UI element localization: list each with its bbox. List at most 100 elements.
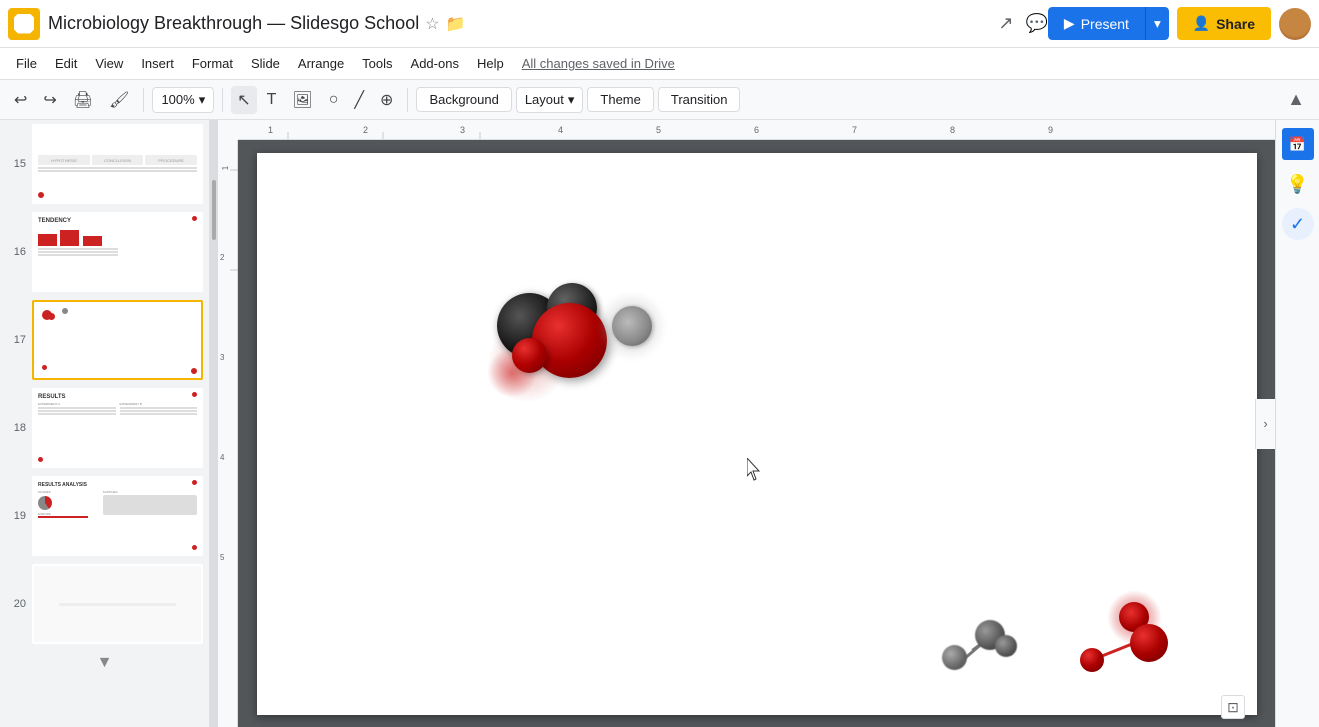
slide-item-15[interactable]: 15 HYPOTHESIS CONCLUSION PROCEDURE [0, 120, 209, 208]
share-label: Share [1216, 16, 1255, 32]
menu-help[interactable]: Help [469, 52, 512, 75]
svg-text:3: 3 [220, 353, 225, 362]
mouse-cursor [747, 458, 763, 485]
svg-text:1: 1 [268, 125, 273, 135]
slide-canvas[interactable] [257, 153, 1257, 715]
check-circle-icon[interactable]: ✓ [1282, 208, 1314, 240]
svg-text:5: 5 [220, 553, 225, 562]
vertical-ruler: 1 2 3 4 5 [218, 140, 238, 727]
horizontal-ruler: 1 2 3 4 5 6 7 8 9 [238, 120, 1275, 140]
slide-num-18: 18 [6, 422, 26, 434]
slide-canvas-wrapper[interactable]: ⊡ [238, 140, 1275, 727]
canvas-area: 1 2 3 4 5 6 7 8 9 1 [218, 120, 1275, 727]
image-tool-button[interactable]: 🖼 [286, 86, 318, 114]
menu-edit[interactable]: Edit [47, 52, 85, 75]
menu-tools[interactable]: Tools [354, 52, 400, 75]
right-sidebar: 📅 💡 ✓ [1275, 120, 1319, 727]
slide-item-19[interactable]: 19 RESULTS ANALYSIS SCORES EUROPE SUP [0, 472, 209, 560]
toolbar-collapse-button[interactable]: ▲ [1281, 85, 1311, 114]
menu-addons[interactable]: Add-ons [403, 52, 467, 75]
print-button[interactable]: 🖨 [67, 86, 99, 114]
doc-title-area: Microbiology Breakthrough — Slidesgo Sch… [48, 13, 998, 34]
share-button[interactable]: 👤 Share [1177, 7, 1271, 40]
zoom-label: 100% [161, 92, 194, 107]
slide-panel-scroll-down[interactable]: ▼ [97, 654, 113, 672]
top-bar: Microbiology Breakthrough — Slidesgo Sch… [0, 0, 1319, 48]
menu-file[interactable]: File [8, 52, 45, 75]
slide-num-16: 16 [6, 246, 26, 258]
menu-arrange[interactable]: Arrange [290, 52, 352, 75]
textbox-tool-button[interactable]: T [261, 87, 283, 113]
slide-num-17: 17 [6, 334, 26, 346]
red-molecule-stick [1077, 620, 1177, 680]
svg-text:2: 2 [363, 125, 368, 135]
slide-thumb-19[interactable]: RESULTS ANALYSIS SCORES EUROPE SUPPLIES [32, 476, 203, 556]
trend-icon[interactable]: ↗ [998, 13, 1013, 34]
slide-num-15: 15 [6, 158, 26, 170]
svg-text:9: 9 [1048, 125, 1053, 135]
svg-text:4: 4 [220, 453, 225, 462]
red-glow-bottom-left [487, 348, 537, 398]
present-dropdown-button[interactable]: ▾ [1145, 7, 1169, 40]
more-tools-button[interactable]: ⊕ [374, 86, 399, 114]
svg-text:5: 5 [656, 125, 661, 135]
main-area: 15 HYPOTHESIS CONCLUSION PROCEDURE [0, 120, 1319, 727]
zoom-dropdown-icon: ▾ [199, 92, 206, 108]
lightbulb-icon[interactable]: 💡 [1282, 168, 1314, 200]
fit-to-window-button[interactable]: ⊡ [1221, 695, 1245, 719]
undo-button[interactable]: ↩ [8, 86, 33, 114]
slide-item-17[interactable]: 17 [0, 296, 209, 384]
menu-insert[interactable]: Insert [133, 52, 182, 75]
transition-button[interactable]: Transition [658, 87, 741, 112]
svg-text:4: 4 [558, 125, 563, 135]
slide-item-20[interactable]: 20 [0, 560, 209, 648]
zoom-selector[interactable]: 100% ▾ [152, 87, 214, 113]
doc-title[interactable]: Microbiology Breakthrough — Slidesgo Sch… [48, 13, 419, 34]
slide-item-16[interactable]: 16 TENDENCY [0, 208, 209, 296]
menu-format[interactable]: Format [184, 52, 241, 75]
divider-2 [222, 88, 223, 112]
theme-button[interactable]: Theme [587, 87, 653, 112]
menu-view[interactable]: View [87, 52, 131, 75]
molecule-gray-top [597, 291, 667, 361]
slide-item-18[interactable]: 18 RESULTS EXPERIMENT A EXPERIMENT B [0, 384, 209, 472]
layout-button[interactable]: Layout ▾ [516, 87, 584, 113]
share-person-icon: 👤 [1193, 15, 1210, 32]
present-button[interactable]: ▶ Present [1048, 7, 1145, 40]
folder-icon[interactable]: 📁 [446, 14, 466, 34]
svg-text:7: 7 [852, 125, 857, 135]
present-monitor-icon: ▶ [1064, 15, 1075, 32]
divider-3 [407, 88, 408, 112]
gray-molecule-cluster [937, 605, 1027, 685]
layout-label: Layout [525, 92, 564, 107]
svg-text:2: 2 [220, 253, 225, 262]
slide-thumb-15[interactable]: HYPOTHESIS CONCLUSION PROCEDURE [32, 124, 203, 204]
app-icon[interactable] [8, 8, 40, 40]
paint-format-button[interactable]: 🖌 [103, 86, 135, 114]
shape-tool-button[interactable]: ○ [323, 87, 345, 113]
save-status: All changes saved in Drive [522, 56, 675, 71]
layout-dropdown-icon: ▾ [568, 92, 575, 108]
redo-button[interactable]: ↪ [37, 86, 62, 114]
comment-icon[interactable]: 💬 [1025, 13, 1047, 34]
slide-num-19: 19 [6, 510, 26, 522]
star-icon[interactable]: ☆ [425, 14, 439, 34]
svg-text:1: 1 [221, 165, 230, 170]
line-tool-button[interactable]: ╱ [348, 86, 370, 114]
slide-thumb-17[interactable] [32, 300, 203, 380]
svg-text:3: 3 [460, 125, 465, 135]
slide-panel: 15 HYPOTHESIS CONCLUSION PROCEDURE [0, 120, 210, 727]
panel-toggle-button[interactable]: › [1255, 399, 1275, 449]
horizontal-ruler-container: 1 2 3 4 5 6 7 8 9 [218, 120, 1275, 140]
toolbar: ↩ ↪ 🖨 🖌 100% ▾ ↖ T 🖼 ○ ╱ ⊕ Background La… [0, 80, 1319, 120]
slide-thumb-16[interactable]: TENDENCY [32, 212, 203, 292]
slide-thumb-18[interactable]: RESULTS EXPERIMENT A EXPERIMENT B [32, 388, 203, 468]
menu-slide[interactable]: Slide [243, 52, 288, 75]
slide-thumb-20[interactable] [32, 564, 203, 644]
select-tool-button[interactable]: ↖ [231, 86, 256, 114]
calendar-icon[interactable]: 📅 [1282, 128, 1314, 160]
background-button[interactable]: Background [416, 87, 511, 112]
avatar[interactable] [1279, 8, 1311, 40]
canvas-body: 1 2 3 4 5 [218, 140, 1275, 727]
menu-bar: File Edit View Insert Format Slide Arran… [0, 48, 1319, 80]
